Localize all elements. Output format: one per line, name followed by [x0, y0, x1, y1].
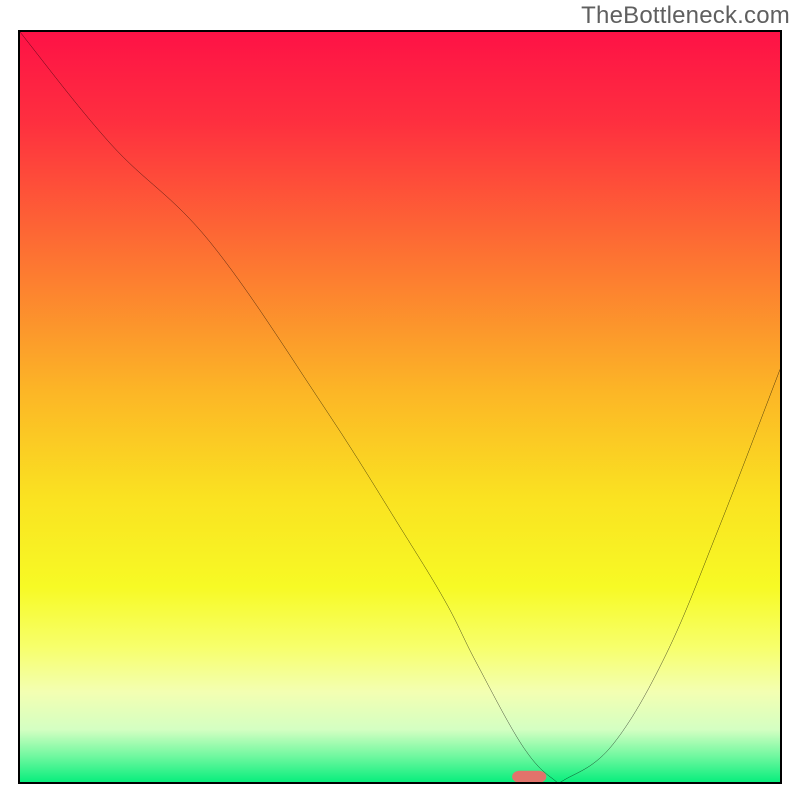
- chart-frame: TheBottleneck.com: [0, 0, 800, 800]
- bottleneck-curve: [20, 32, 780, 782]
- indicator-marker: [512, 771, 546, 782]
- curve-layer: [20, 32, 780, 782]
- watermark-text: TheBottleneck.com: [581, 2, 790, 30]
- plot-area: [18, 30, 782, 784]
